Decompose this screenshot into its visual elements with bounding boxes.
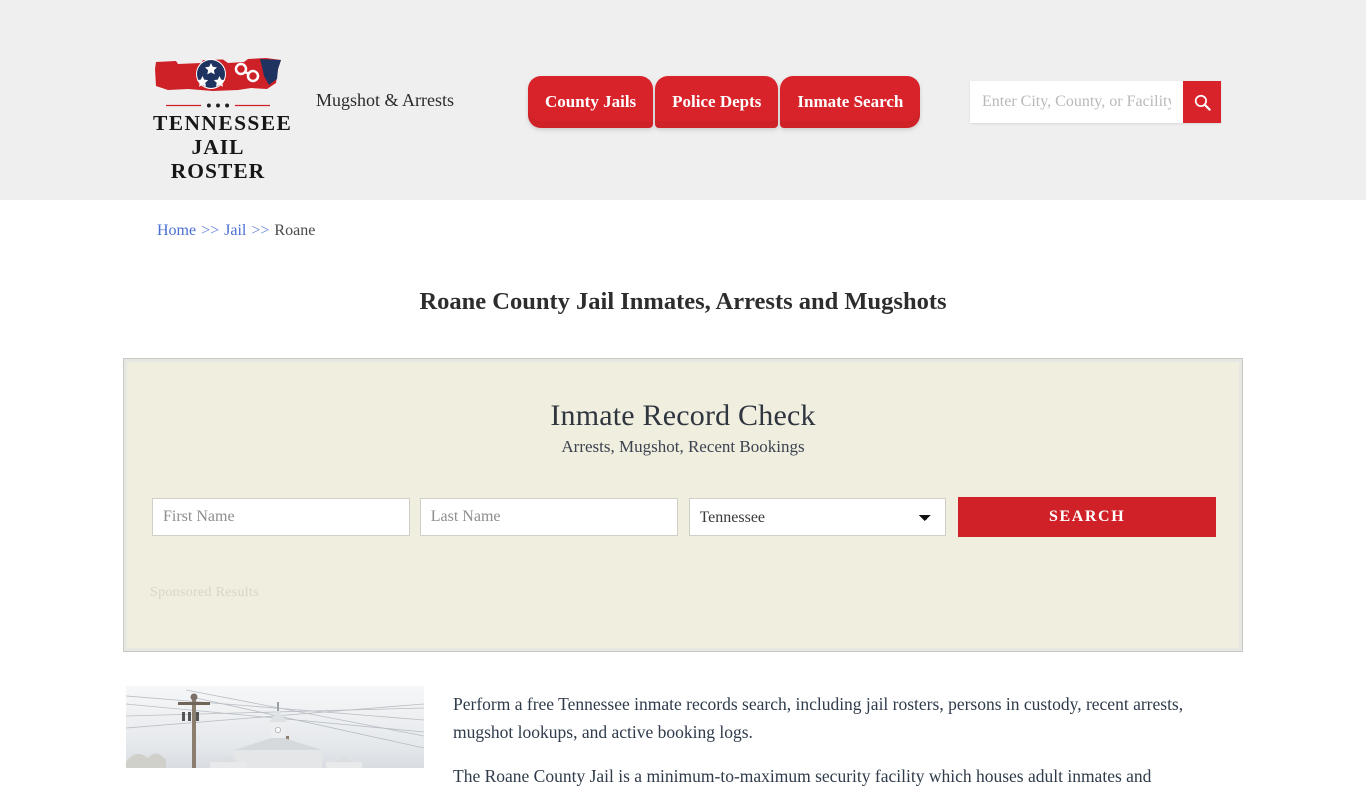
page-title: Roane County Jail Inmates, Arrests and M… xyxy=(419,288,947,316)
last-name-input[interactable] xyxy=(419,498,678,536)
inmate-record-check-panel: Inmate Record Check Arrests, Mugshot, Re… xyxy=(123,358,1243,652)
state-select[interactable]: Tennessee xyxy=(688,498,947,536)
body-paragraph-1: Perform a free Tennessee inmate records … xyxy=(453,694,1184,742)
logo-text-line1: TENNESSEE xyxy=(153,111,293,135)
sponsored-results-label: Sponsored Results xyxy=(150,585,259,600)
breadcrumb-separator: >> xyxy=(201,222,220,239)
panel-title: Inmate Record Check xyxy=(550,399,816,432)
courthouse-photo-image xyxy=(126,686,424,768)
body-paragraph-2: The Roane County Jail is a minimum-to-ma… xyxy=(453,766,1152,786)
nav-item-county-jails[interactable]: County Jails xyxy=(528,76,654,128)
logo-text-line2: JAIL ROSTER xyxy=(170,135,266,184)
tennessee-state-tristar-handcuffs-icon xyxy=(155,58,281,91)
logo-divider-rule xyxy=(166,103,270,108)
site-header: TENNESSEE JAIL ROSTER Mugshot & Arrests … xyxy=(0,0,1366,200)
page-body-text: Perform a free Tennessee inmate records … xyxy=(453,690,1205,806)
header-search-button[interactable] xyxy=(1183,81,1221,123)
nav-item-label: County Jails xyxy=(545,92,637,111)
breadcrumb-item-home[interactable]: Home xyxy=(157,222,196,239)
breadcrumb: Home >> Jail >> Roane xyxy=(157,222,315,240)
nav-item-inmate-search[interactable]: Inmate Search xyxy=(780,76,921,128)
search-icon xyxy=(1194,94,1211,111)
nav-item-label: Police Depts xyxy=(672,92,762,111)
site-tagline: Mugshot & Arrests xyxy=(316,90,455,110)
header-search xyxy=(970,81,1221,123)
header-search-input[interactable] xyxy=(970,81,1183,123)
breadcrumb-item-current: Roane xyxy=(274,222,316,239)
inmate-search-submit-button[interactable]: SEARCH xyxy=(958,497,1216,537)
site-logo[interactable]: TENNESSEE JAIL ROSTER xyxy=(153,54,293,184)
nav-item-police-depts[interactable]: Police Depts xyxy=(655,76,779,128)
inmate-search-form: Tennessee SEARCH xyxy=(152,497,1216,537)
courthouse-photo xyxy=(126,686,424,768)
nav-item-label: Inmate Search xyxy=(797,92,904,111)
breadcrumb-item-jail[interactable]: Jail xyxy=(224,222,246,239)
first-name-input[interactable] xyxy=(152,498,410,536)
main-navigation: County Jails Police Depts Inmate Search xyxy=(528,76,921,128)
panel-subtitle: Arrests, Mugshot, Recent Bookings xyxy=(561,437,805,456)
breadcrumb-separator: >> xyxy=(251,222,270,239)
